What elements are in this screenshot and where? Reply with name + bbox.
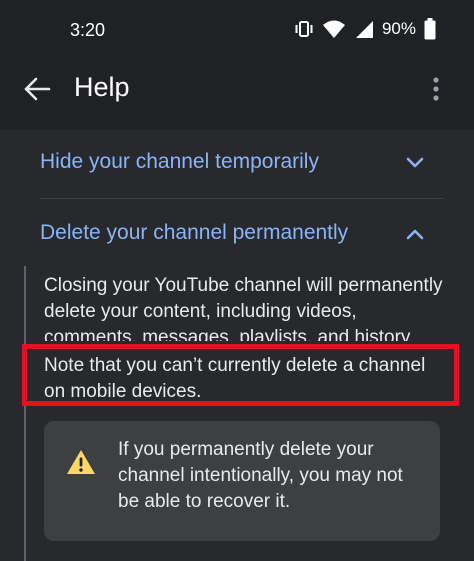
status-time: 3:20	[70, 20, 106, 40]
battery-icon	[424, 18, 436, 40]
section-hide-channel[interactable]: Hide your channel temporarily	[20, 130, 454, 199]
wifi-icon	[322, 19, 346, 39]
section-label: Hide your channel temporarily	[40, 150, 319, 173]
section-label: Delete your channel permanently	[40, 221, 349, 244]
expanded-section-indicator	[24, 266, 26, 561]
divider	[40, 198, 444, 199]
warning-icon	[66, 449, 96, 475]
status-icons: 90%	[294, 18, 436, 40]
body-paragraph: Closing your YouTube channel will perman…	[44, 275, 443, 341]
vibrate-icon	[294, 19, 314, 39]
more-vertical-icon[interactable]	[426, 74, 446, 104]
warning-text: If you permanently delete your channel i…	[118, 439, 403, 512]
chevron-up-icon[interactable]	[404, 223, 426, 245]
cellular-signal-icon	[354, 19, 374, 39]
help-content: Hide your channel temporarily Delete you…	[0, 130, 474, 561]
arrow-back-icon[interactable]	[22, 74, 52, 104]
chevron-down-icon[interactable]	[404, 152, 426, 174]
highlight-box	[22, 344, 459, 406]
battery-percent: 90%	[381, 19, 416, 38]
app-bar: Help	[0, 60, 474, 130]
page-title: Help	[74, 72, 130, 102]
warning-card: If you permanently delete your channel i…	[44, 421, 440, 541]
section-delete-channel[interactable]: Delete your channel permanently	[20, 201, 454, 265]
help-screen: 3:20 90% Help Hide your channel temporar…	[0, 0, 474, 561]
status-bar: 3:20 90%	[0, 0, 474, 60]
